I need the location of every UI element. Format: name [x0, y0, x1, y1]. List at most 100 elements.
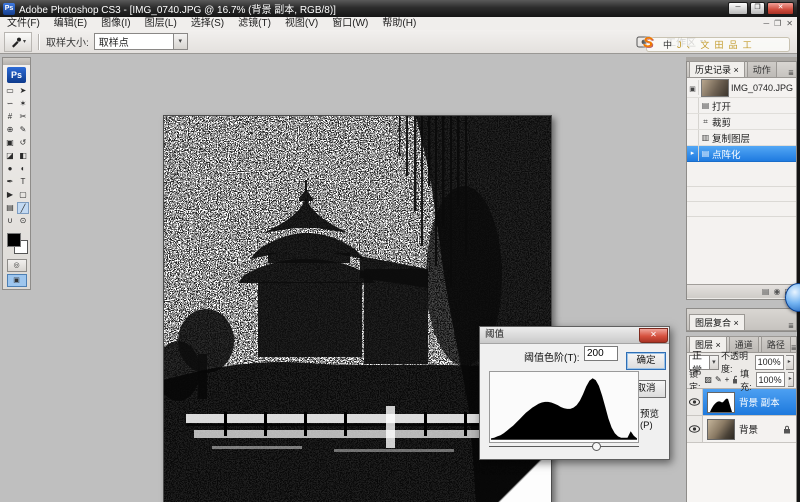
- ime-skin-icon[interactable]: 品: [729, 38, 738, 51]
- menu-select[interactable]: 选择(S): [184, 17, 231, 30]
- brush-tool[interactable]: ✎: [17, 124, 29, 136]
- dodge-tool[interactable]: ◐: [17, 163, 29, 175]
- hand-tool[interactable]: ∪: [4, 215, 16, 227]
- ime-dict-icon[interactable]: 文: [701, 38, 710, 51]
- gradient-tool[interactable]: ◧: [17, 150, 29, 162]
- lock-position-icon[interactable]: +: [725, 375, 730, 384]
- ime-shape-icon[interactable]: J: [677, 40, 682, 50]
- threshold-slider-handle[interactable]: [592, 442, 601, 451]
- layer-name[interactable]: 背景: [739, 422, 758, 436]
- snapshot-thumbnail: [701, 78, 729, 97]
- threshold-level-input[interactable]: [584, 346, 618, 361]
- duplicate-state-icon: ▥: [701, 133, 710, 142]
- history-snapshot-row[interactable]: ▣ IMG_0740.JPG: [687, 78, 796, 98]
- slice-tool[interactable]: ✂: [17, 111, 29, 123]
- tab-history[interactable]: 历史记录 ×: [689, 61, 745, 77]
- doc-minimize-button[interactable]: ─: [763, 17, 769, 30]
- layers-panel: 图层 × 通道 路径 ≣ 正常 ▾ 不透明度: 100% ▸ 锁定: ▨ ✎ +…: [686, 336, 797, 502]
- history-item-duplicate-layer[interactable]: ▥ 复制图层: [687, 130, 796, 146]
- fill-label: 填充:: [740, 368, 752, 392]
- type-tool[interactable]: T: [17, 176, 29, 188]
- history-item-crop[interactable]: ⌗ 裁剪: [687, 114, 796, 130]
- tab-close-icon[interactable]: ×: [734, 65, 739, 75]
- ime-toolbar[interactable]: S 中 J 、 文 田 品 工: [643, 34, 790, 52]
- sample-size-dropdown[interactable]: 取样点 ▾: [93, 33, 188, 50]
- new-snapshot-icon[interactable]: ◉: [773, 287, 780, 296]
- pen-tool[interactable]: ✒: [4, 176, 16, 188]
- path-selection-tool[interactable]: ▶: [4, 189, 16, 201]
- state-icon: ▤: [701, 149, 710, 158]
- maximize-button[interactable]: ❐: [750, 2, 765, 15]
- tab-history-label: 历史记录: [695, 65, 732, 75]
- lock-pixels-icon[interactable]: ✎: [715, 375, 722, 384]
- visibility-toggle[interactable]: [687, 389, 703, 415]
- eyedropper-tool[interactable]: ╱: [17, 202, 29, 214]
- layer-name[interactable]: 背景 副本: [739, 395, 780, 409]
- zoom-tool[interactable]: ⊙: [17, 215, 29, 227]
- menu-filter[interactable]: 滤镜(T): [231, 17, 278, 30]
- tab-layer-comps[interactable]: 图层复合 ×: [689, 314, 745, 330]
- tab-paths[interactable]: 路径: [760, 336, 791, 352]
- new-document-from-state-icon[interactable]: ▤: [762, 287, 770, 296]
- layer-row-background-copy[interactable]: 背景 副本: [687, 389, 796, 416]
- dialog-close-button[interactable]: ✕: [639, 328, 668, 343]
- eyedropper-tool-preset[interactable]: ▾: [4, 31, 32, 52]
- lasso-tool[interactable]: ∽: [4, 98, 16, 110]
- minimize-button[interactable]: ─: [728, 2, 748, 15]
- layer-thumbnail[interactable]: [707, 418, 735, 440]
- foreground-color-swatch[interactable]: [7, 233, 21, 247]
- rectangular-marquee-tool[interactable]: ▭: [4, 85, 16, 97]
- clone-stamp-tool[interactable]: ▣: [4, 137, 16, 149]
- menu-image[interactable]: 图像(I): [94, 17, 137, 30]
- eye-icon: [689, 425, 700, 433]
- ok-button[interactable]: 确定: [626, 352, 666, 370]
- shape-tool[interactable]: ▢: [17, 189, 29, 201]
- history-item-rasterize[interactable]: ▸ ▤ 点阵化: [687, 146, 796, 162]
- layer-row-background[interactable]: 背景: [687, 416, 796, 443]
- eraser-tool[interactable]: ◪: [4, 150, 16, 162]
- toolbox-grip[interactable]: [3, 58, 30, 65]
- menu-view[interactable]: 视图(V): [278, 17, 325, 30]
- ime-logo[interactable]: S: [643, 34, 653, 51]
- history-item-label: 复制图层: [712, 133, 751, 145]
- panel-menu-icon[interactable]: ≣: [791, 344, 797, 352]
- close-button[interactable]: ✕: [767, 2, 794, 15]
- crop-tool[interactable]: #: [4, 111, 16, 123]
- blur-tool[interactable]: ●: [4, 163, 16, 175]
- quick-mask-button[interactable]: ◎: [6, 259, 27, 272]
- threshold-histogram-plot: [491, 378, 637, 440]
- doc-close-button[interactable]: ✕: [786, 17, 793, 30]
- threshold-slider-track[interactable]: [489, 446, 639, 447]
- screen-mode-button[interactable]: ▣: [6, 274, 27, 287]
- menu-edit[interactable]: 编辑(E): [47, 17, 94, 30]
- history-item-open[interactable]: ▤ 打开: [687, 98, 796, 114]
- lock-transparency-icon[interactable]: ▨: [704, 375, 712, 384]
- panel-menu-icon[interactable]: ≣: [788, 69, 794, 77]
- menu-file[interactable]: 文件(F): [0, 17, 47, 30]
- doc-restore-button[interactable]: ❐: [774, 17, 781, 30]
- history-brush-tool[interactable]: ↺: [17, 137, 29, 149]
- opacity-value[interactable]: 100%: [754, 354, 784, 370]
- menu-help[interactable]: 帮助(H): [375, 17, 423, 30]
- fill-value[interactable]: 100%: [755, 372, 785, 387]
- ime-punct-icon[interactable]: 、: [687, 38, 696, 51]
- layer-thumbnail[interactable]: [707, 391, 735, 413]
- opacity-stepper-icon[interactable]: ▸: [785, 354, 794, 370]
- ime-tools-icon[interactable]: 工: [743, 38, 752, 51]
- tab-actions[interactable]: 动作: [746, 61, 777, 77]
- magic-wand-tool[interactable]: ✶: [17, 98, 29, 110]
- move-tool[interactable]: ➤: [17, 85, 29, 97]
- ime-mode-icon[interactable]: 中: [663, 38, 672, 51]
- menu-layer[interactable]: 图层(L): [138, 17, 184, 30]
- fill-stepper-icon[interactable]: ▸: [787, 372, 795, 387]
- notes-tool[interactable]: ▤: [4, 202, 16, 214]
- tab-close-icon[interactable]: ×: [734, 318, 739, 328]
- menu-window[interactable]: 窗口(W): [325, 17, 375, 30]
- visibility-toggle[interactable]: [687, 416, 703, 442]
- ime-board-icon[interactable]: 田: [715, 38, 724, 51]
- lock-all-icon[interactable]: [732, 375, 738, 384]
- healing-brush-tool[interactable]: ⊕: [4, 124, 16, 136]
- history-slider-icon[interactable]: ▸: [687, 146, 699, 161]
- panel-menu-icon[interactable]: ≣: [788, 322, 794, 330]
- history-source-checkbox[interactable]: ▣: [687, 80, 699, 95]
